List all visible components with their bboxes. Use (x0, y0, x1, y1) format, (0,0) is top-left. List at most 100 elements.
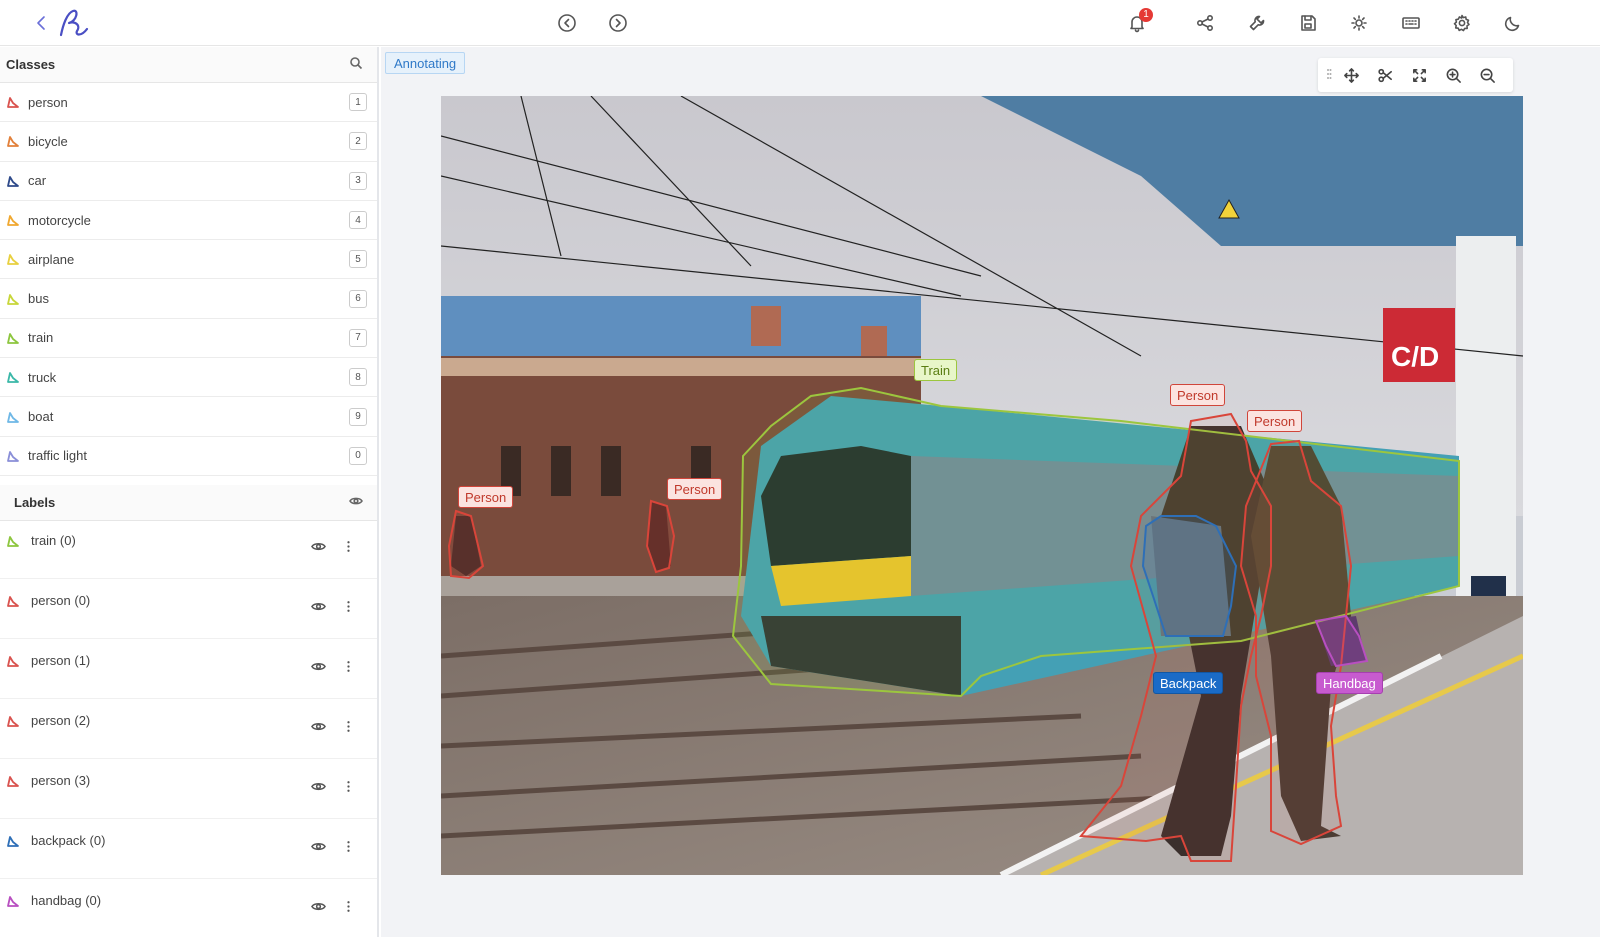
pen-icon (6, 534, 20, 548)
back-icon[interactable] (27, 9, 55, 37)
top-toolbar: 1 (0, 0, 1600, 46)
eye-icon[interactable] (309, 717, 327, 735)
pen-icon (6, 449, 20, 463)
pen-icon (6, 292, 20, 306)
notification-badge: 1 (1139, 8, 1153, 22)
label-item[interactable]: backpack (0) (0, 819, 377, 879)
share-icon[interactable] (1191, 9, 1219, 37)
person-tag-2[interactable]: Person (1247, 410, 1303, 432)
shortcut-key: 0 (349, 446, 367, 465)
labels-header: Labels (0, 485, 377, 521)
label-item[interactable]: person (1) (0, 639, 377, 699)
save-icon[interactable] (1294, 9, 1322, 37)
class-item-person[interactable]: person 1 (0, 83, 377, 123)
train-tag[interactable]: Train (914, 359, 958, 381)
status-badge: Annotating (385, 52, 466, 74)
eye-icon[interactable] (309, 837, 327, 855)
classes-title: Classes (6, 57, 56, 72)
shortcut-key: 7 (349, 328, 367, 347)
person-tag-4[interactable]: Person (667, 478, 723, 500)
class-name: truck (28, 369, 57, 385)
handbag-tag[interactable]: Handbag (1316, 672, 1383, 694)
class-name: train (28, 330, 54, 346)
prev-image-icon[interactable] (553, 9, 581, 37)
more-options-icon[interactable] (339, 837, 357, 855)
pen-icon (6, 654, 20, 668)
label-list: train (0) person (0) person (1) person (2) p… (0, 519, 377, 937)
pen-icon (6, 370, 20, 384)
class-item-airplane[interactable]: airplane 5 (0, 240, 377, 280)
more-options-icon[interactable] (339, 897, 357, 915)
fit-screen-icon[interactable] (1402, 58, 1436, 92)
keyboard-icon[interactable] (1397, 9, 1425, 37)
zoom-in-icon[interactable] (1436, 58, 1470, 92)
annotated-image[interactable]: C/D Train Person Person Person Person Ba… (441, 96, 1523, 875)
shortcut-key: 6 (349, 289, 367, 308)
backpack-tag[interactable]: Backpack (1153, 672, 1224, 694)
scissors-icon[interactable] (1368, 58, 1402, 92)
pen-icon (6, 331, 20, 345)
class-item-motorcycle[interactable]: motorcycle 4 (0, 201, 377, 241)
class-name: car (28, 173, 47, 189)
class-item-traffic-light[interactable]: traffic light 0 (0, 437, 377, 476)
person-tag-3[interactable]: Person (458, 486, 514, 508)
label-name: backpack (0) (31, 833, 106, 848)
class-item-car[interactable]: car 3 (0, 162, 377, 201)
eye-icon[interactable] (309, 537, 327, 555)
shortcut-key: 1 (349, 93, 367, 112)
eye-icon[interactable] (309, 597, 327, 615)
annotation-canvas[interactable]: Annotating C/D Train Person Person Perso… (381, 47, 1600, 937)
pen-icon (6, 594, 20, 608)
brightness-icon[interactable] (1345, 9, 1373, 37)
label-item[interactable]: person (2) (0, 699, 377, 759)
pen-icon (6, 95, 20, 109)
label-item[interactable]: person (3) (0, 759, 377, 819)
class-name: traffic light (28, 448, 88, 464)
class-list: person 1 bicycle 2 car 3 motorcycle 4 airplane 5 b… (0, 83, 377, 485)
bell-icon[interactable]: 1 (1123, 8, 1153, 37)
zoom-out-icon[interactable] (1470, 58, 1504, 92)
pen-icon (6, 410, 20, 424)
label-item[interactable]: train (0) (0, 519, 377, 579)
eye-icon[interactable] (309, 657, 327, 675)
label-name: train (0) (31, 533, 76, 548)
class-item-bicycle[interactable]: bicycle 2 (0, 122, 377, 162)
class-item-truck[interactable]: truck 8 (0, 358, 377, 398)
label-name: handbag (0) (31, 893, 102, 908)
class-name: bus (28, 291, 49, 307)
class-name: airplane (28, 251, 75, 267)
shortcut-key: 8 (349, 368, 367, 387)
more-options-icon[interactable] (339, 597, 357, 615)
move-icon[interactable] (1334, 58, 1368, 92)
class-item-bus[interactable]: bus 6 (0, 279, 377, 319)
person-tag-1[interactable]: Person (1170, 384, 1226, 406)
station-sign: C/D (1391, 341, 1439, 372)
label-name: person (0) (31, 593, 91, 608)
more-options-icon[interactable] (339, 657, 357, 675)
more-options-icon[interactable] (339, 777, 357, 795)
pen-icon (6, 774, 20, 788)
eye-icon[interactable] (309, 777, 327, 795)
more-options-icon[interactable] (339, 717, 357, 735)
next-image-icon[interactable] (604, 9, 632, 37)
settings-icon[interactable] (1448, 9, 1476, 37)
scene-drawing: C/D (441, 96, 1523, 875)
class-item-boat[interactable]: boat 9 (0, 397, 377, 437)
class-item-train[interactable]: train 7 (0, 319, 377, 359)
search-icon[interactable] (349, 56, 363, 73)
dark-mode-icon[interactable] (1499, 9, 1527, 37)
pen-icon (6, 252, 20, 266)
eye-icon[interactable] (309, 897, 327, 915)
eye-icon[interactable] (349, 494, 363, 511)
shortcut-key: 5 (349, 250, 367, 269)
wrench-icon[interactable] (1243, 9, 1271, 37)
label-item[interactable]: person (0) (0, 579, 377, 639)
label-item[interactable]: handbag (0) (0, 879, 377, 937)
logo-icon (55, 5, 95, 41)
canvas-tools (1318, 58, 1513, 92)
labels-title: Labels (14, 495, 56, 510)
drag-handle-icon[interactable] (1324, 65, 1334, 85)
pen-icon (6, 134, 20, 148)
shortcut-key: 3 (349, 171, 367, 190)
more-options-icon[interactable] (339, 537, 357, 555)
